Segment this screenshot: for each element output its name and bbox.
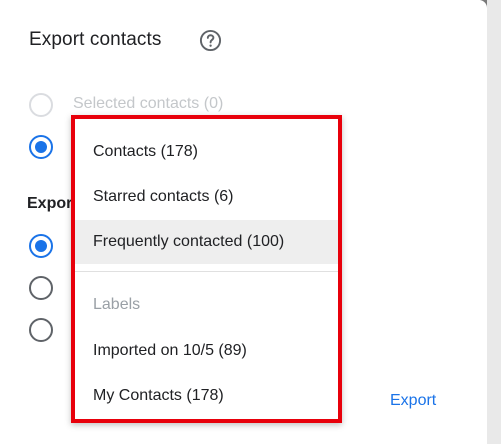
- radio-contacts-group[interactable]: [29, 135, 53, 159]
- selected-contacts-label: Selected contacts (0): [73, 95, 224, 112]
- menu-labels-header: Labels: [93, 296, 141, 313]
- export-as-label: Expor: [27, 195, 73, 212]
- radio-format-3[interactable]: [29, 318, 53, 342]
- scrollbar-track[interactable]: [487, 0, 501, 444]
- menu-item-imported-label[interactable]: Imported on 10/5 (89): [75, 329, 338, 373]
- menu-item-frequently-contacted[interactable]: Frequently contacted (100): [75, 220, 338, 264]
- radio-format-2[interactable]: [29, 276, 53, 300]
- contacts-group-dropdown-menu: Contacts (178) Starred contacts (6) Freq…: [71, 115, 342, 423]
- radio-selected-contacts[interactable]: [29, 93, 53, 117]
- menu-item-contacts[interactable]: Contacts (178): [75, 130, 338, 174]
- help-circle-icon[interactable]: [199, 29, 222, 52]
- menu-divider: [75, 271, 338, 272]
- dialog-title: Export contacts: [29, 29, 162, 50]
- menu-item-my-contacts[interactable]: My Contacts (178): [75, 374, 338, 418]
- menu-item-starred-contacts[interactable]: Starred contacts (6): [75, 175, 338, 219]
- export-button[interactable]: Export: [390, 392, 436, 410]
- radio-format-1[interactable]: [29, 234, 53, 258]
